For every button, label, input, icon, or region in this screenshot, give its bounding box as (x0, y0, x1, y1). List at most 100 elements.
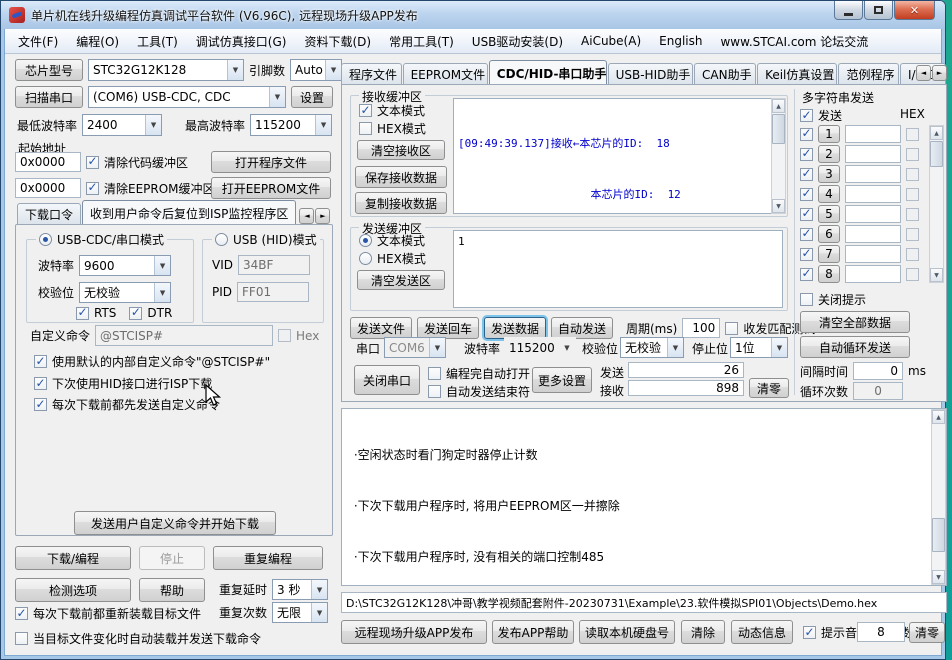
check-options-button[interactable]: 检测选项 (15, 578, 131, 602)
download-program-button[interactable]: 下载/编程 (15, 546, 131, 570)
isp-parity-select[interactable]: 无校验▼ (79, 282, 171, 303)
beep-checkbox[interactable] (803, 626, 816, 639)
serial-baud-select[interactable]: 115200▼ (504, 337, 576, 358)
menu-downloads[interactable]: 资料下载(D) (295, 30, 380, 53)
tab-isp-monitor[interactable]: 收到用户命令后复位到ISP监控程序区 (82, 200, 296, 224)
scroll-up-icon[interactable]: ▲ (772, 99, 785, 113)
custom-cmd-hex-checkbox[interactable] (278, 329, 291, 342)
multi-send-all-checkbox[interactable] (800, 109, 813, 122)
auto-end-checkbox[interactable] (428, 385, 441, 398)
tab-keil-sim-settings[interactable]: Keil仿真设置 (757, 63, 837, 84)
info-message-box[interactable]: ·空闲状态时看门狗定时器停止计数 ·下次下载用户程序时, 将用户EEPROM区一… (341, 408, 947, 586)
recv-text-mode-checkbox[interactable] (359, 104, 372, 117)
menu-program[interactable]: 编程(O) (67, 30, 128, 53)
tab-example-programs[interactable]: 范例程序 (838, 63, 899, 84)
multi-row-send-button[interactable]: 2 (818, 145, 840, 163)
send-cr-button[interactable]: 发送回车 (417, 317, 479, 339)
open-program-button[interactable]: 打开程序文件 (211, 151, 331, 173)
send-before-download-checkbox[interactable] (34, 398, 47, 411)
isp-baud-select[interactable]: 9600▼ (79, 255, 171, 276)
multi-string-scrollbar[interactable]: ▲ ▼ (929, 125, 944, 283)
settings-button[interactable]: 设置 (291, 86, 333, 108)
copy-receive-button[interactable]: 复制接收数据 (355, 192, 447, 214)
multi-row-checkbox[interactable] (800, 228, 813, 241)
help-button[interactable]: 帮助 (139, 578, 205, 602)
send-buffer-textarea[interactable]: 1 (453, 230, 783, 308)
menu-english[interactable]: English (650, 31, 711, 51)
cdc-mode-radio[interactable] (39, 233, 52, 246)
multi-row-input[interactable] (845, 265, 901, 283)
code-address-input[interactable]: 0x0000 (15, 152, 81, 172)
multi-row-checkbox[interactable] (800, 128, 813, 141)
tab-scroll-right-icon[interactable]: ► (932, 65, 947, 81)
menu-aicube[interactable]: AiCube(A) (572, 31, 650, 51)
multi-row-checkbox[interactable] (800, 188, 813, 201)
multi-row-input[interactable] (845, 165, 901, 183)
multi-row-send-button[interactable]: 5 (818, 205, 840, 223)
scroll-down-icon[interactable]: ▼ (932, 570, 945, 584)
multi-row-hex-checkbox[interactable] (906, 148, 919, 161)
port-select[interactable]: (COM6) USB-CDC, CDC▼ (88, 86, 286, 108)
close-tip-checkbox[interactable] (800, 293, 813, 306)
info-scrollbar[interactable]: ▲ ▼ (931, 409, 946, 585)
auto-send-button[interactable]: 自动发送 (551, 317, 613, 339)
tab-usb-hid-helper[interactable]: USB-HID助手 (608, 63, 693, 84)
match-test-checkbox[interactable] (725, 322, 738, 335)
scroll-down-icon[interactable]: ▼ (930, 268, 943, 282)
scrollbar-thumb[interactable] (932, 518, 945, 552)
autoload-on-change-checkbox[interactable] (15, 632, 28, 645)
rts-checkbox[interactable] (76, 307, 89, 320)
receive-log-scrollbar[interactable]: ▲ ▼ (771, 98, 786, 214)
save-receive-button[interactable]: 保存接收数据 (355, 166, 447, 188)
more-settings-button[interactable]: 更多设置 (532, 367, 592, 393)
tab-eeprom-file[interactable]: EEPROM文件 (403, 63, 488, 84)
read-disk-id-button[interactable]: 读取本机硬盘号 (579, 620, 675, 644)
scrollbar-thumb[interactable] (772, 114, 785, 144)
multi-row-send-button[interactable]: 1 (818, 125, 840, 143)
scroll-up-icon[interactable]: ▲ (930, 126, 943, 140)
multi-row-checkbox[interactable] (800, 148, 813, 161)
auto-loop-send-button[interactable]: 自动循环发送 (800, 336, 910, 358)
multi-row-input[interactable] (845, 225, 901, 243)
success-reset-button[interactable]: 清零 (909, 622, 945, 643)
multi-row-input[interactable] (845, 145, 901, 163)
custom-cmd-input[interactable]: @STCISP# (95, 325, 273, 346)
close-serial-button[interactable]: 关闭串口 (354, 365, 420, 395)
multi-row-send-button[interactable]: 4 (818, 185, 840, 203)
scroll-up-icon[interactable]: ▲ (932, 410, 945, 424)
menu-usb-driver[interactable]: USB驱动安装(D) (463, 30, 572, 53)
multi-row-hex-checkbox[interactable] (906, 268, 919, 281)
multi-row-checkbox[interactable] (800, 168, 813, 181)
multi-row-checkbox[interactable] (800, 248, 813, 261)
send-hex-mode-radio[interactable] (359, 252, 372, 265)
close-button[interactable]: ✕ (894, 1, 935, 20)
multi-row-checkbox[interactable] (800, 208, 813, 221)
receive-log[interactable]: [09:49:39.137]接收←本芯片的ID: 18 本芯片的ID: 12 [… (453, 98, 785, 214)
serial-stop-select[interactable]: 1位▼ (730, 337, 788, 358)
multi-row-send-button[interactable]: 7 (818, 245, 840, 263)
tab-program-file[interactable]: 程序文件 (341, 63, 402, 84)
max-baud-select[interactable]: 115200▼ (250, 114, 332, 136)
recv-hex-mode-checkbox[interactable] (359, 122, 372, 135)
chip-model-select[interactable]: STC32G12K128▼ (88, 59, 244, 81)
scroll-down-icon[interactable]: ▼ (772, 199, 785, 213)
repeat-program-button[interactable]: 重复编程 (213, 546, 323, 570)
serial-parity-select[interactable]: 无校验▼ (620, 337, 684, 358)
period-input[interactable]: 100 (682, 318, 720, 338)
pins-select[interactable]: Auto▼ (290, 59, 342, 81)
multi-row-hex-checkbox[interactable] (906, 228, 919, 241)
hid-mode-radio[interactable] (215, 233, 228, 246)
multi-row-hex-checkbox[interactable] (906, 188, 919, 201)
multi-row-hex-checkbox[interactable] (906, 208, 919, 221)
send-text-mode-radio[interactable] (359, 234, 372, 247)
multi-row-input[interactable] (845, 205, 901, 223)
eeprom-address-input[interactable]: 0x0000 (15, 178, 81, 198)
clear-all-data-button[interactable]: 清空全部数据 (800, 311, 910, 333)
repeat-delay-select[interactable]: 3 秒▼ (272, 579, 328, 600)
dynamic-info-button[interactable]: 动态信息 (731, 620, 793, 644)
tab-scroll-right-icon[interactable]: ► (315, 208, 330, 224)
clear-code-checkbox[interactable] (86, 156, 99, 169)
open-eeprom-button[interactable]: 打开EEPROM文件 (211, 177, 331, 199)
tab-scroll-left-icon[interactable]: ◄ (299, 208, 314, 224)
tab-scroll-left-icon[interactable]: ◄ (916, 65, 931, 81)
